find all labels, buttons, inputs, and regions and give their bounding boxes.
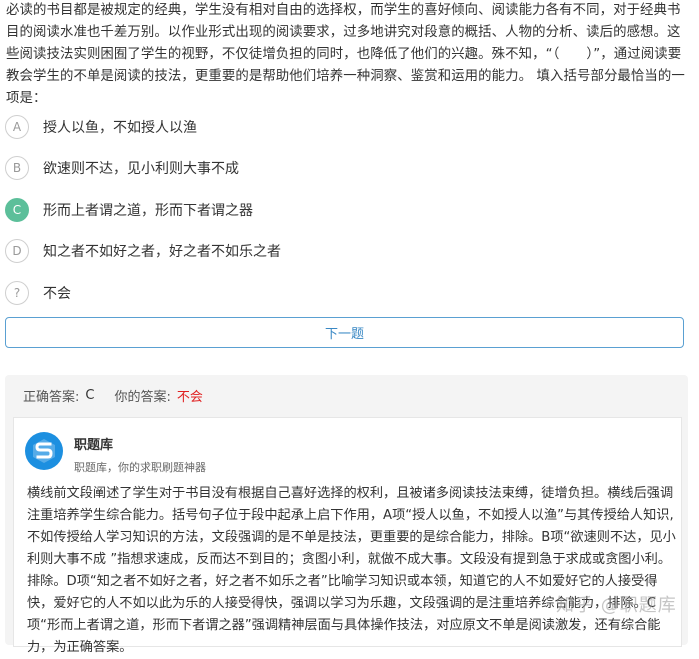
next-question-button[interactable]: 下一题 <box>5 317 684 348</box>
option-c-letter: C <box>5 197 29 222</box>
brand-logo-icon <box>25 432 63 470</box>
watermark: 知乎 @职题库 <box>556 595 677 616</box>
option-d-letter: D <box>5 239 29 264</box>
option-b[interactable]: B 欲速则不达，见小利则大事不成 <box>5 148 689 190</box>
option-c[interactable]: C 形而上者谓之道，形而下者谓之器 <box>5 189 689 231</box>
correct-answer-value: C <box>85 387 95 403</box>
brand-header: 职题库 职题库，你的求职刷题神器 <box>25 432 206 475</box>
options-list: A 授人以鱼，不如授人以渔 B 欲速则不达，见小利则大事不成 C 形而上者谓之道… <box>5 106 689 314</box>
option-unknown-text: 不会 <box>43 285 71 302</box>
correct-answer-label: 正确答案: <box>23 389 80 405</box>
answer-bar: 正确答案: C 你的答案: 不会 <box>5 375 688 415</box>
your-answer-label: 你的答案: <box>114 389 171 405</box>
brand-tagline: 职题库，你的求职刷题神器 <box>74 461 206 474</box>
option-b-text: 欲速则不达，见小利则大事不成 <box>43 161 239 178</box>
question-mark-icon: ? <box>5 280 29 305</box>
option-unknown[interactable]: ? 不会 <box>5 272 689 314</box>
option-c-text: 形而上者谓之道，形而下者谓之器 <box>43 202 253 219</box>
option-d[interactable]: D 知之者不如好之者，好之者不如乐之者 <box>5 231 689 273</box>
your-answer-value: 不会 <box>176 389 203 405</box>
option-a[interactable]: A 授人以鱼，不如授人以渔 <box>5 106 689 148</box>
explanation-text: 横线前文段阐述了学生对于书目没有根据自己喜好选择的权利，且被诸多阅读技法束缚，徒… <box>27 486 676 655</box>
option-a-text: 授人以鱼，不如授人以渔 <box>43 119 197 136</box>
option-a-letter: A <box>5 114 29 139</box>
option-d-text: 知之者不如好之者，好之者不如乐之者 <box>43 244 281 261</box>
brand-name: 职题库 <box>74 438 114 453</box>
option-b-letter: B <box>5 156 29 181</box>
question-text: 必读的书目都是被规定的经典，学生没有相对自由的选择权，而学生的喜好倾向、阅读能力… <box>6 3 685 106</box>
